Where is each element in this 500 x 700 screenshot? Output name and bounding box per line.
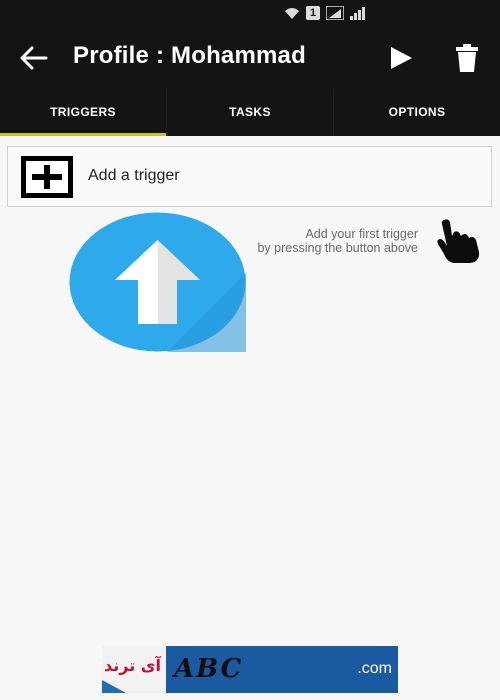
trash-icon[interactable] <box>455 44 479 72</box>
up-arrow-icon <box>69 212 246 352</box>
watermark-com: .com <box>357 660 392 677</box>
empty-hint: Add your first trigger by pressing the b… <box>257 227 418 255</box>
watermark-stripe <box>102 680 126 693</box>
page-title: Profile : Mohammad <box>73 42 306 69</box>
play-icon[interactable] <box>388 45 414 71</box>
watermark-right: ABC .com <box>166 646 398 693</box>
watermark-logo: آی ترند ABC .com <box>102 646 398 693</box>
watermark-letters: ABC <box>174 654 244 684</box>
tab-triggers[interactable]: TRIGGERS <box>0 89 166 136</box>
hint-line-2: by pressing the button above <box>257 241 418 255</box>
signal-icon <box>350 7 365 20</box>
plus-box-icon <box>21 156 73 198</box>
hint-line-1: Add your first trigger <box>305 227 418 241</box>
tab-tasks[interactable]: TASKS <box>166 89 333 136</box>
tab-options[interactable]: OPTIONS <box>333 89 500 136</box>
watermark-left: آی ترند <box>102 646 166 693</box>
add-trigger-label: Add a trigger <box>88 167 180 184</box>
status-icons: 1 <box>284 6 366 20</box>
add-trigger-button[interactable]: Add a trigger <box>7 146 492 207</box>
tab-bar: TRIGGERS TASKS OPTIONS <box>0 89 500 136</box>
status-bar: 1 <box>0 0 500 27</box>
arrow-left-icon[interactable] <box>18 43 50 73</box>
signal-icon <box>326 6 344 20</box>
pointing-hand-icon <box>437 219 480 263</box>
wifi-icon <box>285 8 299 19</box>
watermark-text: آی ترند <box>104 656 161 675</box>
sim-1-icon: 1 <box>306 6 320 20</box>
app-bar: Profile : Mohammad <box>0 27 500 89</box>
